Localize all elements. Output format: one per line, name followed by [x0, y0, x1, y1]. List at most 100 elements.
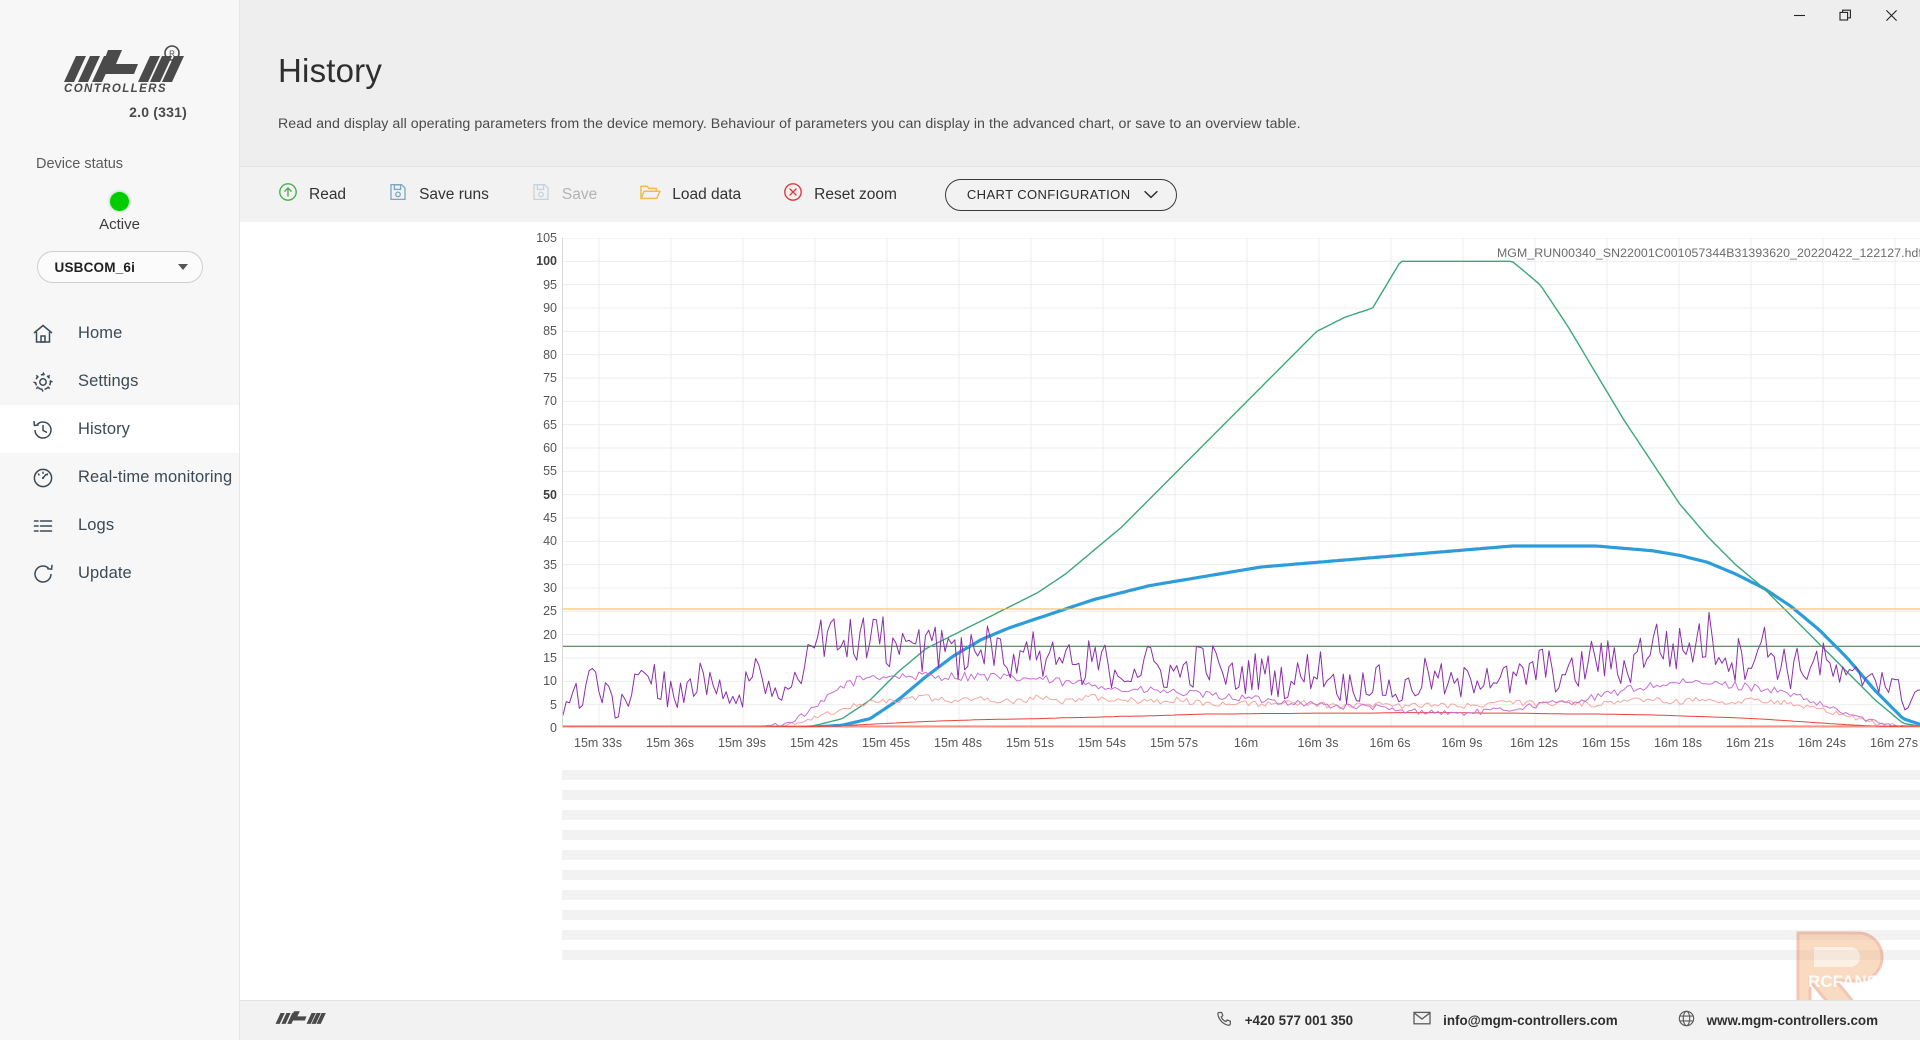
status-band-row	[562, 850, 1920, 860]
content-area: 0 5 10 15 20 25 30 35 40 45 50 55 60 65 70 75 80 85 90 95 10…	[240, 222, 1920, 1040]
restore-button[interactable]	[1822, 0, 1868, 30]
status-band-row	[562, 950, 1920, 960]
footer-email-text: info@mgm-controllers.com	[1443, 1013, 1618, 1028]
floppy-icon	[531, 182, 551, 207]
save-runs-label: Save runs	[419, 185, 489, 203]
sidebar-item-settings[interactable]: Settings	[0, 357, 239, 405]
save-runs-button[interactable]: Save runs	[388, 182, 489, 207]
home-icon	[30, 321, 56, 347]
x-axis-tick: 15m 39s	[718, 736, 766, 750]
chevron-down-icon	[1144, 186, 1159, 204]
status-text: Active	[99, 216, 140, 233]
gauge-icon	[30, 465, 56, 491]
sidebar-item-label: Logs	[78, 516, 115, 534]
window-titlebar	[240, 0, 1920, 30]
y-axis-labels: 0 5 10 15 20 25 30 35 40 45 50 55 60 65 70 75 80 85 90 95 10…	[515, 231, 557, 735]
globe-icon	[1678, 1010, 1695, 1032]
y-axis-tick: 85	[543, 324, 557, 339]
y-axis-tick: 45	[543, 511, 557, 525]
footer-website[interactable]: www.mgm-controllers.com	[1678, 1010, 1878, 1032]
footer-phone[interactable]: +420 577 001 350	[1216, 1010, 1353, 1032]
sidebar-nav: Home Settings History Real-time monitori…	[0, 309, 239, 597]
footer-phone-text: +420 577 001 350	[1244, 1013, 1354, 1028]
chart-configuration-dropdown[interactable]: CHART CONFIGURATION	[944, 178, 1178, 211]
sidebar-item-home[interactable]: Home	[0, 309, 239, 357]
status-band-row	[562, 870, 1920, 880]
y-axis-tick: 70	[543, 394, 557, 409]
com-port-value: USBCOM_6i	[54, 259, 136, 275]
load-data-button[interactable]: Load data	[639, 182, 741, 207]
x-axis-tick: 16m 27s	[1870, 736, 1918, 750]
x-axis-tick: 15m 51s	[1006, 736, 1054, 750]
save-button[interactable]: Save	[531, 182, 597, 207]
status-band-row	[562, 790, 1920, 800]
y-axis-tick: 50	[543, 487, 557, 502]
x-axis-tick: 16m 21s	[1726, 736, 1774, 750]
sidebar-item-update[interactable]: Update	[0, 549, 239, 597]
y-axis-tick: 90	[543, 301, 557, 315]
y-axis-tick: 100	[536, 254, 557, 269]
x-axis-tick: 16m 6s	[1369, 736, 1411, 750]
sidebar-item-logs[interactable]: Logs	[0, 501, 239, 549]
y-axis-tick: 10	[543, 674, 557, 689]
x-axis-tick: 16m 24s	[1798, 736, 1846, 750]
y-axis-tick: 5	[550, 697, 557, 712]
status-band-row	[562, 810, 1920, 820]
mgm-logo-icon: R CONTROLLERS	[63, 45, 184, 95]
y-axis-tick: 60	[543, 441, 557, 455]
reset-zoom-label: Reset zoom	[814, 185, 897, 203]
y-axis-tick: 55	[543, 464, 557, 479]
sidebar-item-label: Settings	[78, 372, 139, 390]
x-axis-tick: 15m 54s	[1078, 736, 1126, 750]
chart-canvas	[563, 238, 1920, 727]
x-axis-tick: 16m	[1233, 736, 1259, 750]
x-axis-tick: 15m 48s	[934, 736, 982, 750]
svg-text:R: R	[169, 50, 175, 59]
main-area: History Read and display all operating p…	[240, 0, 1920, 1040]
read-button[interactable]: Read	[278, 182, 346, 207]
sidebar: R CONTROLLERS 2.0 (331) Device status Ac…	[0, 0, 240, 1040]
footer-contacts: +420 577 001 350 info@mgm-controllers.co…	[1216, 1010, 1920, 1032]
status-band-row	[562, 890, 1920, 900]
com-port-select[interactable]: USBCOM_6i	[36, 251, 203, 283]
status-indicator-dot	[110, 192, 129, 211]
read-icon	[278, 182, 298, 207]
status-band-row	[562, 830, 1920, 840]
footer-email[interactable]: info@mgm-controllers.com	[1413, 1011, 1618, 1030]
y-axis-tick: 25	[543, 604, 557, 619]
logo-wordmark: CONTROLLERS	[64, 83, 167, 95]
x-axis-tick: 16m 18s	[1654, 736, 1702, 750]
x-axis-tick: 15m 45s	[862, 736, 910, 750]
x-axis-tick: 16m 12s	[1510, 736, 1558, 750]
brand-logo: R CONTROLLERS 2.0 (331)	[0, 0, 239, 120]
status-band-rows	[562, 770, 1920, 970]
x-axis-tick: 16m 9s	[1441, 736, 1483, 750]
y-axis-tick: 15	[543, 651, 557, 665]
y-axis-tick: 75	[543, 371, 557, 385]
sidebar-item-history[interactable]: History	[0, 405, 239, 453]
reset-zoom-button[interactable]: Reset zoom	[783, 182, 897, 207]
sidebar-item-realtime-monitoring[interactable]: Real-time monitoring	[0, 453, 239, 501]
status-band-row	[562, 910, 1920, 920]
device-status: Active	[0, 192, 239, 233]
history-chart[interactable]: 0 5 10 15 20 25 30 35 40 45 50 55 60 65 70 75 80 85 90 95 10…	[240, 222, 1920, 762]
chart-file-label: MGM_RUN00340_SN22001C001057344B31393620_…	[1496, 246, 1920, 260]
phone-icon	[1216, 1010, 1233, 1032]
page-title: History	[278, 52, 383, 89]
sidebar-item-label: History	[78, 420, 131, 438]
y-axis-tick: 0	[550, 721, 557, 735]
x-axis-tick: 15m 42s	[790, 736, 838, 750]
minimize-button[interactable]	[1776, 0, 1822, 30]
toolbar: Read Save runs Save Load data Reset zoom…	[240, 166, 1920, 222]
status-band-section: CENTRAL_WARNINGCENTRAL_ERRORCENTRAL_NOTI…	[240, 770, 1920, 1020]
chart-plot-area[interactable]: MGM_RUN00340_SN22001C001057344B31393620_…	[562, 238, 1920, 728]
close-button[interactable]	[1868, 0, 1914, 30]
status-band-row	[562, 770, 1920, 780]
chevron-down-icon	[177, 264, 188, 270]
page-footer: +420 577 001 350 info@mgm-controllers.co…	[240, 1000, 1920, 1040]
sidebar-item-label: Home	[78, 324, 123, 342]
page-header: History Read and display all operating p…	[240, 30, 1920, 166]
refresh-icon	[30, 561, 56, 587]
y-axis-tick: 20	[543, 627, 557, 642]
floppy-icon	[388, 182, 408, 207]
